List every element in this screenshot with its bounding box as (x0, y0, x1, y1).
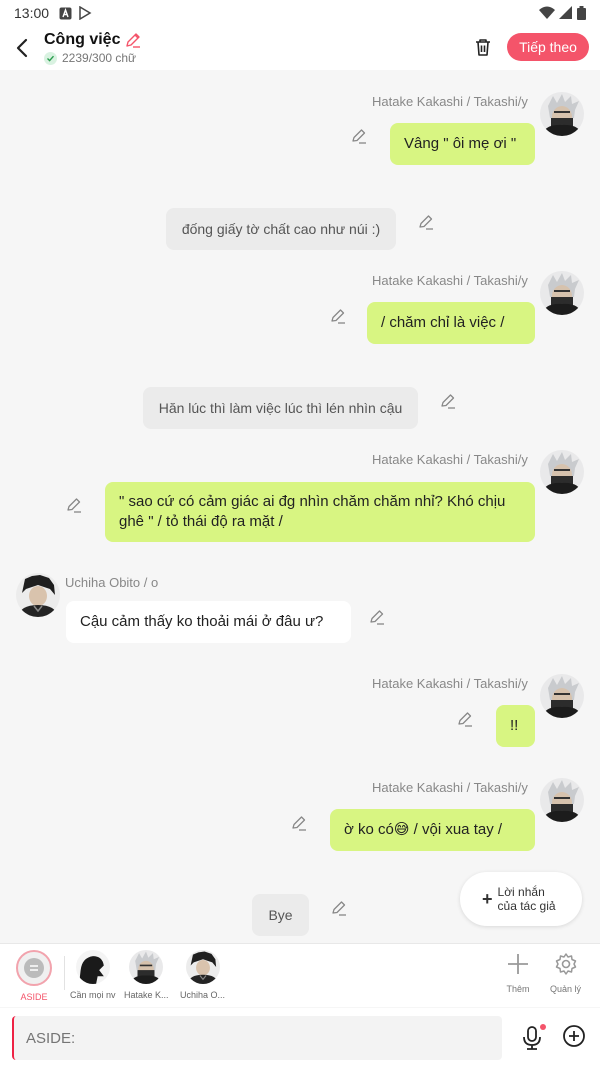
character-label: ASIDE (20, 992, 48, 1002)
manage-button[interactable]: Quản lý (550, 952, 581, 994)
play-store-icon (79, 6, 92, 20)
edit-title-icon[interactable] (124, 31, 142, 49)
input-bar (0, 1008, 600, 1067)
character-everyone[interactable]: Cần mọi nv (70, 950, 116, 1000)
message-bubble[interactable]: Vâng " ôi mẹ ơi " (390, 123, 535, 165)
wifi-icon (539, 6, 555, 19)
gear-icon (555, 953, 576, 975)
divider (64, 956, 65, 990)
edit-icon[interactable] (290, 814, 308, 832)
manage-label: Quản lý (550, 984, 582, 994)
author-note-line1: Lời nhắn (497, 885, 545, 899)
message-bubble[interactable]: Cậu cảm thấy ko thoải mái ở đâu ư? (66, 601, 351, 643)
sender-name: Hatake Kakashi / Takashi/y (372, 780, 528, 795)
status-bar: 13:00 (0, 0, 600, 26)
aside-icon (16, 950, 52, 986)
header: Công việc 2239/300 chữ Tiếp theo (0, 26, 600, 70)
avatar-everyone (76, 950, 110, 984)
delete-button[interactable] (470, 34, 496, 60)
author-note-line2: của tác giả (497, 899, 556, 913)
sender-name: Uchiha Obito / o (65, 575, 159, 590)
avatar-kakashi[interactable] (540, 674, 584, 718)
character-aside[interactable]: ASIDE (16, 950, 52, 1002)
back-arrow-icon (16, 38, 28, 58)
avatar-kakashi[interactable] (540, 92, 584, 136)
character-label: Cần mọi nv (70, 990, 116, 1000)
character-label: Hatake K... (124, 990, 169, 1000)
add-button[interactable] (562, 1024, 588, 1050)
trash-icon (476, 39, 490, 56)
author-note-button[interactable]: + Lời nhắn của tác giả (460, 872, 582, 926)
sender-name: Hatake Kakashi / Takashi/y (372, 676, 528, 691)
sender-name: Hatake Kakashi / Takashi/y (372, 273, 528, 288)
plus-icon (508, 954, 528, 974)
aside-bubble[interactable]: Hăn lúc thì làm việc lúc thì lén nhìn cậ… (143, 387, 418, 429)
edit-icon[interactable] (456, 710, 474, 728)
edit-icon[interactable] (329, 307, 347, 325)
character-kakashi[interactable]: Hatake K... (124, 950, 169, 1000)
edit-icon[interactable] (439, 392, 457, 410)
edit-icon[interactable] (330, 899, 348, 917)
signal-icon (559, 6, 572, 19)
status-time: 13:00 (14, 5, 50, 21)
avatar-kakashi[interactable] (540, 450, 584, 494)
mic-button[interactable] (520, 1024, 546, 1052)
message-bubble[interactable]: " sao cứ có cảm giác ai đg nhìn chăm chă… (105, 482, 535, 542)
edit-icon[interactable] (368, 608, 386, 626)
next-button[interactable]: Tiếp theo (507, 33, 589, 61)
chat-area[interactable]: Hatake Kakashi / Takashi/y Vâng " ôi mẹ … (0, 70, 600, 943)
add-character-button[interactable]: Thêm (506, 952, 530, 994)
back-button[interactable] (2, 26, 42, 70)
edit-icon[interactable] (65, 496, 83, 514)
add-label: Thêm (506, 984, 530, 994)
message-bubble[interactable]: / chăm chỉ là việc / (367, 302, 535, 344)
message-bubble[interactable]: !! (496, 705, 535, 747)
mic-badge (540, 1024, 546, 1030)
plus-circle-icon (563, 1025, 585, 1047)
avatar-obito (186, 950, 220, 984)
plus-icon: + (482, 889, 493, 909)
avatar-kakashi[interactable] (540, 778, 584, 822)
message-input[interactable] (12, 1016, 502, 1060)
message-bubble[interactable]: ờ ko có😅 / vội xua tay / (330, 809, 535, 851)
page-title: Công việc (44, 31, 121, 48)
aside-bubble[interactable]: Bye (252, 894, 309, 936)
avatar-kakashi (129, 950, 163, 984)
word-count: 2239/300 chữ (62, 51, 137, 65)
sender-name: Hatake Kakashi / Takashi/y (372, 452, 528, 467)
edit-icon[interactable] (350, 127, 368, 145)
avatar-kakashi[interactable] (540, 271, 584, 315)
battery-icon (577, 6, 586, 20)
character-obito[interactable]: Uchiha O... (180, 950, 225, 1000)
edit-icon[interactable] (417, 213, 435, 231)
notification-a-icon (59, 7, 72, 19)
character-label: Uchiha O... (180, 990, 226, 1000)
aside-bubble[interactable]: đống giấy tờ chất cao như núi :) (166, 208, 396, 250)
sender-name: Hatake Kakashi / Takashi/y (372, 94, 528, 109)
check-icon (44, 51, 57, 65)
avatar-obito[interactable] (16, 573, 60, 617)
title-block: Công việc 2239/300 chữ (44, 31, 142, 65)
character-bar: ASIDE Cần mọi nv Hatake K... Uchiha O...… (0, 943, 600, 1007)
